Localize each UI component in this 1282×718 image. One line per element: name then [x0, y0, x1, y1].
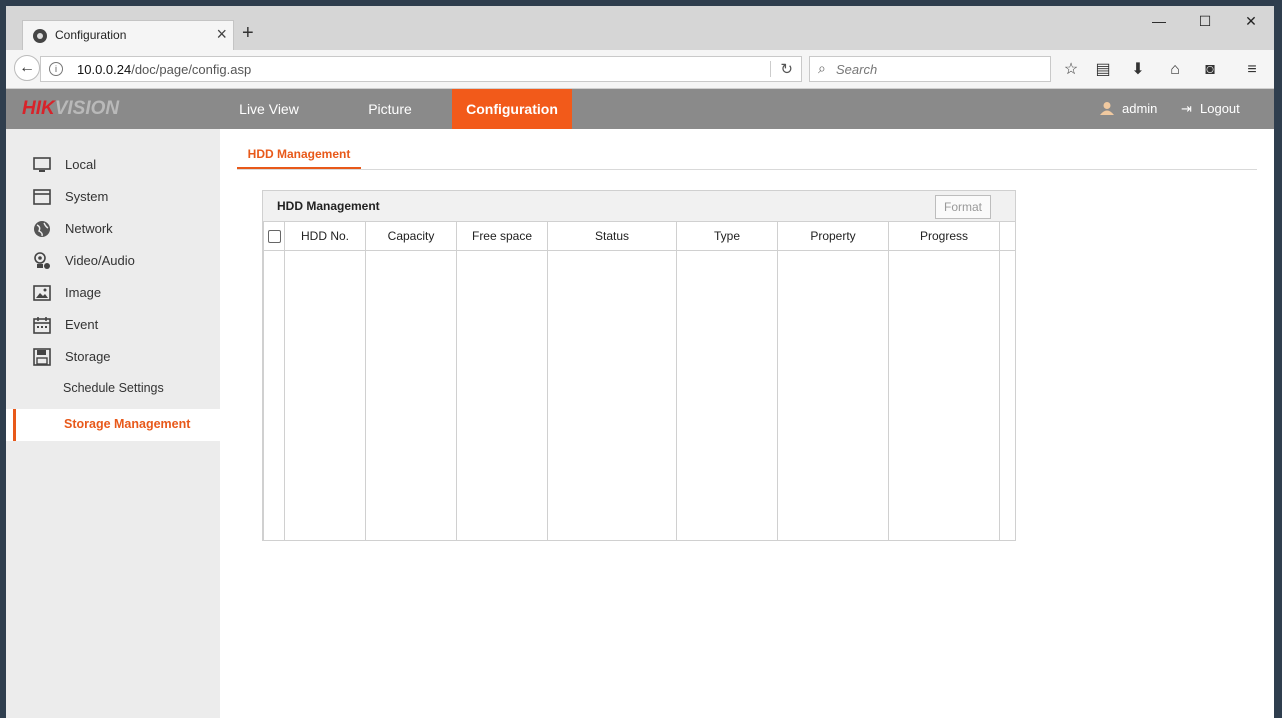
sidebar-item-system[interactable]: System: [6, 181, 220, 213]
url-text: 10.0.0.24/doc/page/config.asp: [77, 62, 251, 77]
sidebar-item-local[interactable]: Local: [6, 149, 220, 181]
bookmark-star-icon[interactable]: ☆: [1060, 59, 1082, 81]
menu-icon[interactable]: ≡: [1241, 59, 1263, 81]
logout-icon[interactable]: ⇥: [1181, 101, 1192, 117]
sidebar-label-local: Local: [65, 157, 97, 172]
column-header[interactable]: Free space: [456, 221, 548, 251]
sidebar-item-schedule-settings[interactable]: Schedule Settings: [6, 373, 220, 405]
info-icon[interactable]: i: [49, 62, 63, 76]
reload-icon[interactable]: ↻: [780, 60, 793, 78]
url-host: 10.0.0.24: [77, 62, 132, 77]
column-header[interactable]: Progress: [888, 221, 1000, 251]
camera-favicon-icon: [33, 29, 47, 43]
logo-vision: VISION: [54, 98, 120, 119]
calendar-icon: [33, 317, 51, 334]
sidebar: Local System Network Video/Audio Image E…: [6, 129, 220, 718]
minimize-icon[interactable]: —: [1144, 12, 1174, 30]
table-header-row: HDD No. Capacity Free space Status Type …: [263, 221, 1016, 251]
sidebar-label-storage-management: Storage Management: [64, 417, 191, 431]
table-scroll-cell: [999, 250, 1016, 541]
app-header: HIKVISION Live View Picture Configuratio…: [6, 89, 1274, 129]
browser-toolbar: i 10.0.0.24/doc/page/config.asp ↻ ← ⌕ Se…: [6, 50, 1274, 89]
tab-label: HDD Management: [247, 147, 351, 161]
table-cell: [676, 250, 778, 541]
table-cell: [777, 250, 889, 541]
video-audio-icon: [34, 252, 50, 269]
hikvision-logo: HIKVISION: [22, 98, 119, 120]
search-input[interactable]: ⌕ Search: [809, 56, 1051, 82]
column-header[interactable]: HDD No.: [284, 221, 366, 251]
table-cell: [547, 250, 677, 541]
url-bar[interactable]: i 10.0.0.24/doc/page/config.asp ↻: [40, 56, 802, 82]
active-indicator: [13, 409, 16, 441]
back-button[interactable]: ←: [14, 55, 40, 81]
tab-bar: Configuration × + — ☐ ✕: [6, 6, 1274, 50]
home-icon[interactable]: ⌂: [1164, 59, 1186, 81]
tab-hdd-management[interactable]: HDD Management: [237, 146, 361, 169]
tab-title: Configuration: [55, 28, 127, 42]
new-tab-icon[interactable]: +: [242, 23, 254, 43]
desktop-right-edge: [1274, 0, 1282, 718]
nav-configuration[interactable]: Configuration: [452, 89, 572, 129]
select-all-cell: [263, 221, 285, 251]
sidebar-label-system: System: [65, 189, 109, 204]
globe-icon: [34, 221, 50, 237]
column-header[interactable]: Type: [676, 221, 778, 251]
sidebar-item-image[interactable]: Image: [6, 277, 220, 309]
system-icon: [33, 189, 51, 205]
table-cell: [284, 250, 366, 541]
sidebar-item-event[interactable]: Event: [6, 309, 220, 341]
sidebar-label-storage: Storage: [65, 349, 111, 364]
scrollbar-header-cell: [999, 221, 1016, 251]
floppy-icon: [33, 348, 51, 366]
close-window-icon[interactable]: ✕: [1236, 12, 1266, 30]
column-header[interactable]: Property: [777, 221, 889, 251]
url-separator: [770, 61, 771, 77]
url-path: /doc/page/config.asp: [131, 62, 252, 77]
table-cell: [365, 250, 457, 541]
user-icon: [1100, 102, 1114, 115]
sidebar-label-image: Image: [65, 285, 102, 300]
nav-picture[interactable]: Picture: [344, 89, 436, 129]
sidebar-item-video-audio[interactable]: Video/Audio: [6, 245, 220, 277]
sidebar-item-storage-management[interactable]: Storage Management: [6, 409, 220, 441]
close-tab-icon[interactable]: ×: [216, 24, 227, 44]
tab-divider: [237, 169, 1257, 170]
maximize-icon[interactable]: ☐: [1190, 12, 1220, 30]
sidebar-label-schedule-settings: Schedule Settings: [63, 381, 164, 395]
table-empty-body: [263, 250, 1016, 541]
reading-list-icon[interactable]: ▤: [1092, 59, 1114, 81]
user-name[interactable]: admin: [1122, 101, 1157, 116]
table-cell: [888, 250, 1000, 541]
logout-link[interactable]: Logout: [1200, 101, 1240, 116]
download-icon[interactable]: ⬇: [1127, 59, 1149, 81]
nav-live-view[interactable]: Live View: [222, 89, 316, 129]
panel-header: HDD Management Format: [263, 191, 1015, 221]
monitor-icon: [33, 157, 51, 172]
logo-hik: HIK: [22, 98, 55, 119]
main-content: HDD Management HDD Management Format HDD…: [220, 129, 1274, 718]
sidebar-label-video-audio: Video/Audio: [65, 253, 135, 268]
search-icon: ⌕: [818, 60, 826, 76]
table-cell: [456, 250, 548, 541]
format-button[interactable]: Format: [935, 195, 991, 219]
search-placeholder: Search: [836, 62, 878, 77]
column-header[interactable]: Status: [547, 221, 677, 251]
sidebar-label-network: Network: [65, 221, 113, 236]
hdd-panel: HDD Management Format HDD No. Capacity F…: [262, 190, 1016, 541]
sidebar-item-storage[interactable]: Storage: [6, 341, 220, 373]
panel-title: HDD Management: [277, 199, 380, 213]
sidebar-item-network[interactable]: Network: [6, 213, 220, 245]
browser-tab[interactable]: Configuration ×: [22, 20, 234, 50]
column-header[interactable]: Capacity: [365, 221, 457, 251]
image-icon: [33, 285, 51, 301]
sidebar-label-event: Event: [65, 317, 99, 332]
hdd-table: HDD No. Capacity Free space Status Type …: [263, 221, 1016, 541]
browser-window: Configuration × + — ☐ ✕ i 10.0.0.24/doc/…: [6, 6, 1274, 718]
select-all-checkbox[interactable]: [267, 230, 281, 244]
pocket-icon[interactable]: ◙: [1199, 59, 1221, 81]
table-cell: [263, 250, 285, 541]
